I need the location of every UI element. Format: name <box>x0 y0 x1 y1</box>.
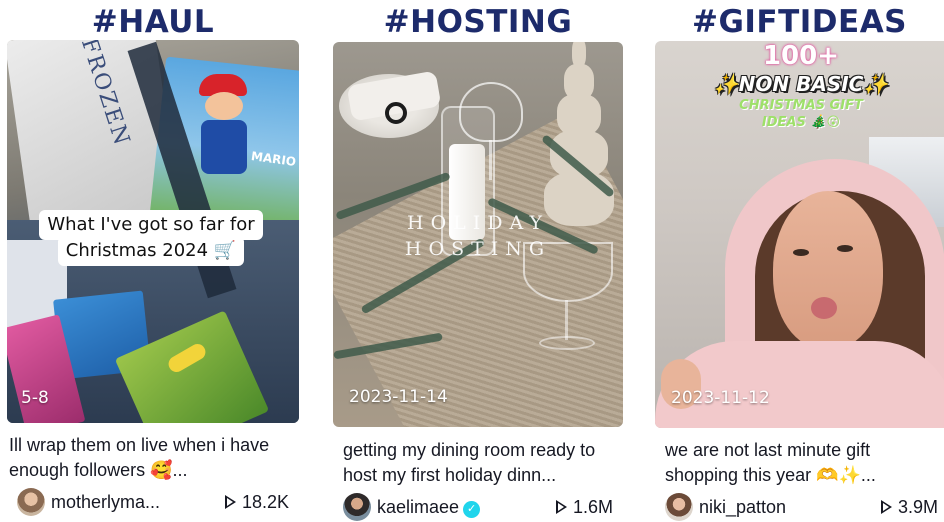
view-count: 18.2K <box>224 490 289 514</box>
eye-image <box>793 249 809 256</box>
video-meta: kaelimaee ✓ 1.6M <box>343 493 623 521</box>
overlay-count: 100+ <box>762 41 840 71</box>
overlay-caption-line: Christmas 2024 🛒 <box>57 236 245 266</box>
eye-image <box>837 245 853 252</box>
hashtag-heading[interactable]: #HAUL <box>7 4 299 40</box>
verified-badge-icon: ✓ <box>463 501 481 518</box>
play-icon <box>880 500 892 514</box>
hashtag-heading[interactable]: #GIFTIDEAS <box>645 4 944 40</box>
avatar-icon[interactable] <box>343 493 371 521</box>
overlay-headline: ✨NON BASIC✨ <box>713 72 889 96</box>
play-icon <box>224 495 236 509</box>
view-count-value: 3.9M <box>897 497 938 517</box>
video-description[interactable]: we are not last minute gift shopping thi… <box>665 438 944 490</box>
username-link[interactable]: kaelimaee ✓ <box>377 495 481 519</box>
video-meta: niki_patton 3.9M <box>665 493 944 521</box>
avatar-icon[interactable] <box>665 493 693 521</box>
view-count: 1.6M <box>555 495 613 519</box>
overlay-caption: What I've got so far for Christmas 2024 … <box>33 210 269 266</box>
overlay-title: 100+ ✨NON BASIC✨ CHRISTMAS GIFT IDEAS 🎄😮 <box>655 41 944 131</box>
view-count: 3.9M <box>880 495 938 519</box>
video-card-hosting: #HOSTING HOLIDAY HOSTING 2023-11-14 gett… <box>333 0 623 522</box>
view-count-value: 18.2K <box>241 492 289 512</box>
hashtag-heading[interactable]: #HOSTING <box>333 4 623 40</box>
video-description[interactable]: Ill wrap them on live when i have enough… <box>9 433 299 485</box>
overlay-title-line: HOSTING <box>404 238 552 260</box>
username-link[interactable]: motherlyma... <box>51 490 160 514</box>
avatar-icon[interactable] <box>17 488 45 516</box>
overlay-subtitle-line: IDEAS 🎄😮 <box>761 115 841 130</box>
username-text: kaelimaee <box>377 497 460 517</box>
video-thumbnail[interactable]: HOLIDAY HOSTING 2023-11-14 <box>333 42 623 427</box>
overlay-title-line: HOLIDAY <box>407 212 549 234</box>
video-date: 2023-11-12 <box>671 388 770 408</box>
video-thumbnail[interactable]: FROZEN MARIO What I've got so far for Ch… <box>7 40 299 423</box>
video-meta: motherlyma... 18.2K <box>17 488 299 516</box>
video-thumbnail[interactable]: 100+ ✨NON BASIC✨ CHRISTMAS GIFT IDEAS 🎄😮… <box>655 41 944 428</box>
play-icon <box>555 500 567 514</box>
video-date: 2023-11-14 <box>349 387 448 407</box>
video-card-giftideas: #GIFTIDEAS 100+ ✨NON BASIC✨ CHRISTMAS GI… <box>655 0 944 522</box>
username-link[interactable]: niki_patton <box>699 495 786 519</box>
view-count-value: 1.6M <box>572 497 613 517</box>
coupe-base-image <box>539 336 595 350</box>
video-description[interactable]: getting my dining room ready to host my … <box>343 438 623 490</box>
overlay-subtitle-line: CHRISTMAS GIFT <box>739 98 863 113</box>
face-image <box>773 191 883 349</box>
mario-figure-image <box>195 74 255 184</box>
napkin-ring-image <box>385 102 407 124</box>
lips-image <box>811 297 837 319</box>
coupe-stem-image <box>565 300 568 340</box>
video-date: 5-8 <box>21 388 49 408</box>
video-card-haul: #HAUL FROZEN MARIO What I've got so far … <box>7 0 299 522</box>
overlay-title: HOLIDAY HOSTING <box>333 210 623 262</box>
